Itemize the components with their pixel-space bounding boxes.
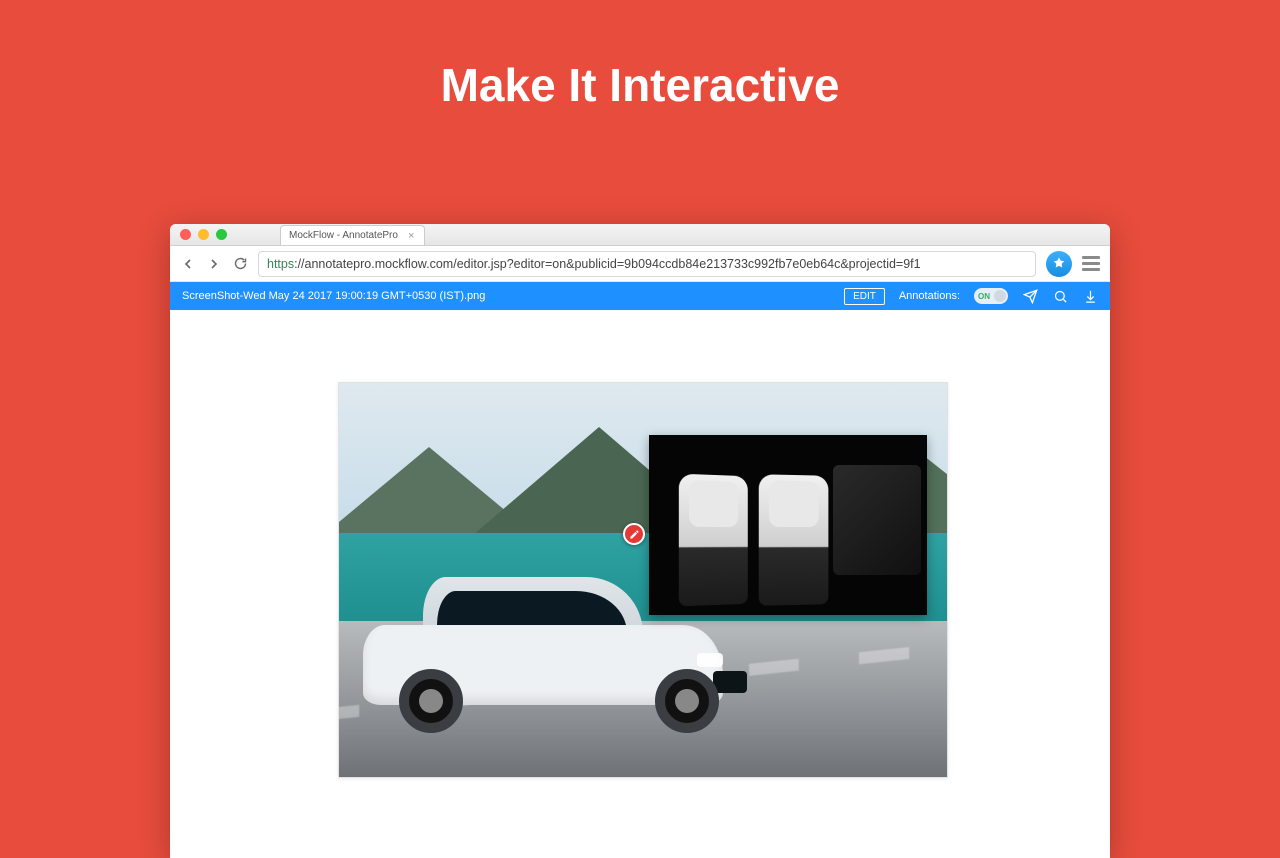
filename-label: ScreenShot-Wed May 24 2017 19:00:19 GMT+… [182, 290, 485, 302]
close-tab-icon[interactable]: × [408, 230, 414, 242]
maximize-window-button[interactable] [216, 229, 227, 240]
back-button[interactable] [180, 256, 196, 272]
annotations-toggle[interactable]: ON [974, 288, 1008, 304]
forward-button[interactable] [206, 256, 222, 272]
annotatepro-extension-icon[interactable] [1046, 251, 1072, 277]
tab-title: MockFlow - AnnotatePro [289, 230, 398, 241]
window-titlebar: MockFlow - AnnotatePro × [170, 224, 1110, 246]
interior-overlay-image[interactable] [649, 435, 927, 615]
seat-graphic [679, 474, 748, 607]
download-icon[interactable] [1082, 288, 1098, 304]
toggle-state-label: ON [978, 292, 990, 301]
annotations-label: Annotations: [899, 290, 960, 302]
toggle-knob [994, 290, 1006, 302]
close-window-button[interactable] [180, 229, 191, 240]
dashboard-graphic [833, 465, 921, 575]
url-protocol: https [267, 257, 294, 271]
browser-menu-button[interactable] [1082, 256, 1100, 271]
minimize-window-button[interactable] [198, 229, 209, 240]
canvas-area[interactable] [170, 310, 1110, 858]
search-icon[interactable] [1052, 288, 1068, 304]
reload-button[interactable] [232, 256, 248, 272]
browser-tab[interactable]: MockFlow - AnnotatePro × [280, 225, 425, 245]
main-image[interactable] [338, 382, 948, 778]
page-headline: Make It Interactive [0, 58, 1280, 112]
edit-button[interactable]: EDIT [844, 288, 885, 305]
url-bar[interactable]: https://annotatepro.mockflow.com/editor.… [258, 251, 1036, 277]
window-controls [180, 229, 227, 240]
url-path: ://annotatepro.mockflow.com/editor.jsp?e… [294, 257, 921, 271]
seat-graphic [759, 474, 829, 606]
annotation-pin[interactable] [623, 523, 645, 545]
app-toolbar: ScreenShot-Wed May 24 2017 19:00:19 GMT+… [170, 282, 1110, 310]
share-icon[interactable] [1022, 288, 1038, 304]
browser-window: MockFlow - AnnotatePro × https://annotat… [170, 224, 1110, 858]
browser-navbar: https://annotatepro.mockflow.com/editor.… [170, 246, 1110, 282]
